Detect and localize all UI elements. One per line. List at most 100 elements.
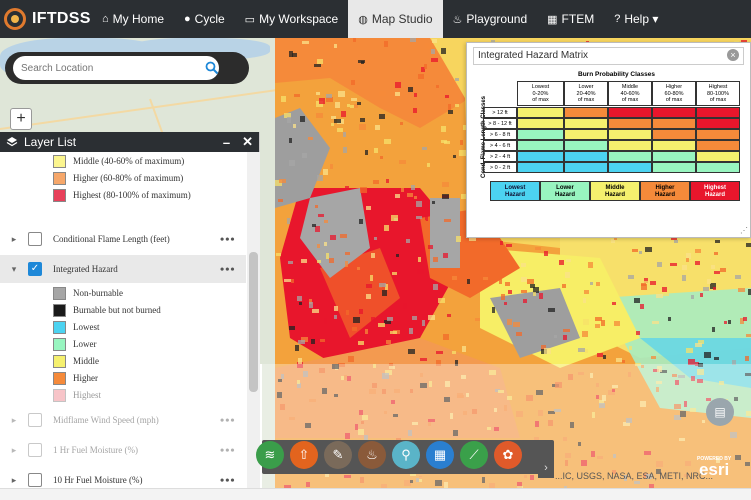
key-line1: Middle <box>605 185 625 191</box>
toolbar-next-button[interactable]: › <box>538 458 554 478</box>
matrix-row-label: > 8 - 12 ft <box>483 118 517 129</box>
palette-tool-icon[interactable]: ✿ <box>494 441 522 469</box>
layer-checkbox[interactable] <box>28 232 42 246</box>
layer-name: 10 Hr Fuel Moisture (%) <box>53 475 143 485</box>
matrix-cell <box>696 162 740 173</box>
legend-item: Highest <box>53 388 101 402</box>
scrollbar-thumb[interactable] <box>249 252 258 392</box>
layer-name: Conditional Flame Length (feet) <box>53 234 170 244</box>
matrix-cell <box>517 151 564 162</box>
key-line2: Hazard <box>554 192 575 198</box>
zoom-in-button[interactable]: + <box>10 108 32 130</box>
nav-item-map-studio[interactable]: ◍ Map Studio <box>348 0 443 38</box>
matrix-cell <box>696 151 740 162</box>
measure-tool-icon[interactable]: ⟋ <box>460 441 488 469</box>
matrix-column-header: Higher 60-80% of max <box>652 81 696 106</box>
matrix-row-label: > 0 - 2 ft <box>483 162 517 173</box>
layer-row-midflame-wind-speed[interactable]: ▸ Midflame Wind Speed (mph) ••• <box>0 406 246 434</box>
column-sub: of max <box>577 97 595 103</box>
upload-tool-icon[interactable]: ⇧ <box>290 441 318 469</box>
legend-label: Middle <box>73 356 99 366</box>
layers-tool-icon[interactable]: ≋ <box>256 441 284 469</box>
layer-checkbox[interactable] <box>28 443 42 457</box>
nav-item-my-home[interactable]: ⌂ My Home <box>92 0 174 38</box>
key-line2: Hazard <box>704 192 725 198</box>
nav-label: My Workspace <box>259 12 339 26</box>
layer-checkbox[interactable] <box>28 413 42 427</box>
nav-item-my-workspace[interactable]: ▭ My Workspace <box>235 0 349 38</box>
more-options-icon[interactable]: ••• <box>220 262 246 277</box>
app-logo[interactable]: IFTDSS <box>0 0 92 38</box>
legend-swatch <box>53 286 66 300</box>
edit-tool-icon[interactable]: ✎ <box>324 441 352 469</box>
more-options-icon[interactable]: ••• <box>220 473 246 488</box>
cycle-icon: ● <box>184 13 191 25</box>
folder-icon: ▭ <box>244 13 256 26</box>
layer-row-1hr-fuel-moisture[interactable]: ▸ 1 Hr Fuel Moisture (%) ••• <box>0 436 246 464</box>
matrix-cell <box>564 140 608 151</box>
column-sub: of max <box>621 97 639 103</box>
matrix-title: Integrated Hazard Matrix <box>478 50 589 61</box>
matrix-column-header: Highest 80-100% of max <box>696 81 740 106</box>
key-line1: Lower <box>556 185 574 191</box>
legend-swatch <box>53 320 66 334</box>
close-icon[interactable]: × <box>727 49 739 61</box>
chevron-right-icon[interactable]: ▸ <box>0 475 20 486</box>
search-icon[interactable] <box>205 61 219 75</box>
layer-row-integrated-hazard[interactable]: ▾ ✓ Integrated Hazard ••• <box>0 255 246 283</box>
esri-logo: POWERED BY esri <box>697 456 731 478</box>
logo-text: IFTDSS <box>32 10 91 27</box>
more-options-icon[interactable]: ••• <box>220 413 246 428</box>
layer-row-conditional-flame-length[interactable]: ▸ Conditional Flame Length (feet) ••• <box>0 225 246 253</box>
page-bottom-strip <box>0 488 751 500</box>
close-icon[interactable]: ✕ <box>242 134 253 150</box>
chevron-right-icon[interactable]: ▸ <box>0 445 20 456</box>
key-line2: Hazard <box>654 192 675 198</box>
matrix-cell <box>652 129 696 140</box>
minimize-icon[interactable]: – <box>223 135 230 150</box>
layer-row-10hr-fuel-moisture[interactable]: ▸ 10 Hr Fuel Moisture (%) ••• <box>0 466 246 488</box>
more-options-icon[interactable]: ••• <box>220 443 246 458</box>
resize-handle-icon[interactable]: ⋰ <box>740 226 748 235</box>
hazard-matrix-popup: Integrated Hazard Matrix × Burn Probabil… <box>466 42 751 238</box>
matrix-cell <box>608 162 652 173</box>
matrix-cell <box>517 162 564 173</box>
matrix-row-label: > 6 - 8 ft <box>483 129 517 140</box>
search-input[interactable] <box>13 56 219 80</box>
layer-list-title: Layer List <box>24 135 77 149</box>
chevron-right-icon[interactable]: ▸ <box>0 415 20 426</box>
legend-swatch <box>53 388 66 402</box>
nav-item-help[interactable]: ? Help ▾ <box>604 0 668 38</box>
nav-item-cycle[interactable]: ● Cycle <box>174 0 235 38</box>
layer-checkbox-checked[interactable]: ✓ <box>28 262 42 276</box>
matrix-row-label: > 4 - 6 ft <box>483 140 517 151</box>
matrix-column-header: Lowest 0-20% of max <box>517 81 564 106</box>
matrix-cell <box>608 118 652 129</box>
table-icon: ▦ <box>547 13 558 26</box>
home-icon: ⌂ <box>102 13 109 25</box>
matrix-cell <box>517 118 564 129</box>
chevron-right-icon[interactable]: ▸ <box>0 234 20 245</box>
matrix-cell <box>564 107 608 118</box>
map-attribution: ...IC, USGS, NASA, ESA, METI, NRC... <box>555 471 714 481</box>
fire-tool-icon[interactable]: ♨ <box>358 441 386 469</box>
grid-tool-icon[interactable]: ▦ <box>426 441 454 469</box>
legend-item: Higher (60-80% of maximum) <box>53 171 183 185</box>
legend-label: Burnable but not burned <box>73 305 161 315</box>
key-line1: Higher <box>655 185 675 191</box>
layer-list-scrollbar[interactable] <box>247 152 260 488</box>
marker-tool-icon[interactable]: ⚲ <box>392 441 420 469</box>
legend-item: Highest (80-100% of maximum) <box>53 188 191 202</box>
more-options-icon[interactable]: ••• <box>220 232 246 247</box>
matrix-cell <box>564 151 608 162</box>
layer-checkbox[interactable] <box>28 473 42 487</box>
basemap-gallery-icon[interactable]: ▤ <box>706 398 734 426</box>
legend-label: Higher <box>73 373 98 383</box>
chevron-down-icon[interactable]: ▾ <box>0 264 20 275</box>
legend-label: Middle (40-60% of maximum) <box>73 156 185 166</box>
legend-swatch <box>53 154 66 168</box>
nav-item-playground[interactable]: ♨ Playground <box>443 0 538 38</box>
legend-label: Non-burnable <box>73 288 123 298</box>
nav-item-ftem[interactable]: ▦ FTEM <box>537 0 604 38</box>
legend-label: Lower <box>73 339 97 349</box>
